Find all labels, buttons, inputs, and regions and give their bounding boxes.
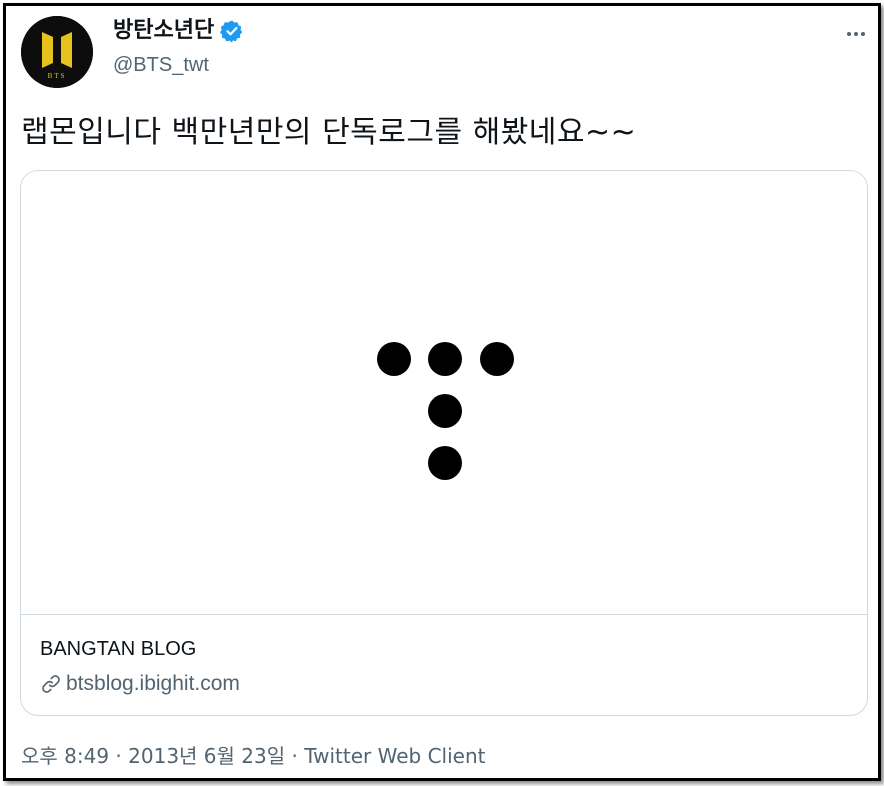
bts-logo-icon: BTS (21, 16, 93, 88)
logo-dot (480, 342, 514, 376)
more-dot (861, 32, 865, 36)
avatar[interactable]: BTS (21, 16, 93, 88)
more-dot (854, 32, 858, 36)
meta-separator: · (285, 744, 305, 768)
logo-dot (428, 394, 462, 428)
tweet-embed-frame: BTS 방탄소년단 @BTS_twt 랩몬입니다 백만년만의 단독로그를 해봤네… (3, 3, 881, 781)
card-title[interactable]: BANGTAN BLOG (40, 637, 196, 661)
more-options-icon[interactable] (842, 22, 870, 46)
logo-dot (428, 342, 462, 376)
logo-dot (377, 342, 411, 376)
avatar-logo-text: BTS (48, 72, 67, 80)
card-image[interactable] (21, 171, 867, 615)
verified-badge-icon (220, 19, 244, 43)
link-icon (40, 673, 62, 695)
bangtan-dots-logo-icon (377, 342, 514, 480)
meta-separator: · (109, 744, 129, 768)
card-url[interactable]: btsblog.ibighit.com (40, 671, 240, 697)
tweet-text: 랩몬입니다 백만년만의 단독로그를 해봤네요~~ (21, 115, 637, 150)
card-domain[interactable]: btsblog.ibighit.com (66, 671, 240, 697)
link-preview-card[interactable]: BANGTAN BLOG btsblog.ibighit.com (20, 170, 868, 716)
display-name-text[interactable]: 방탄소년단 (113, 18, 214, 44)
user-handle[interactable]: @BTS_twt (113, 53, 209, 77)
tweet-time[interactable]: 오후 8:49 (21, 744, 109, 768)
tweet-metadata: 오후 8:49 · 2013년 6월 23일 · Twitter Web Cli… (21, 743, 485, 769)
display-name[interactable]: 방탄소년단 (113, 18, 244, 44)
logo-dot (428, 446, 462, 480)
more-dot (847, 32, 851, 36)
tweet-date[interactable]: 2013년 6월 23일 (128, 744, 285, 768)
tweet-source[interactable]: Twitter Web Client (304, 744, 485, 768)
